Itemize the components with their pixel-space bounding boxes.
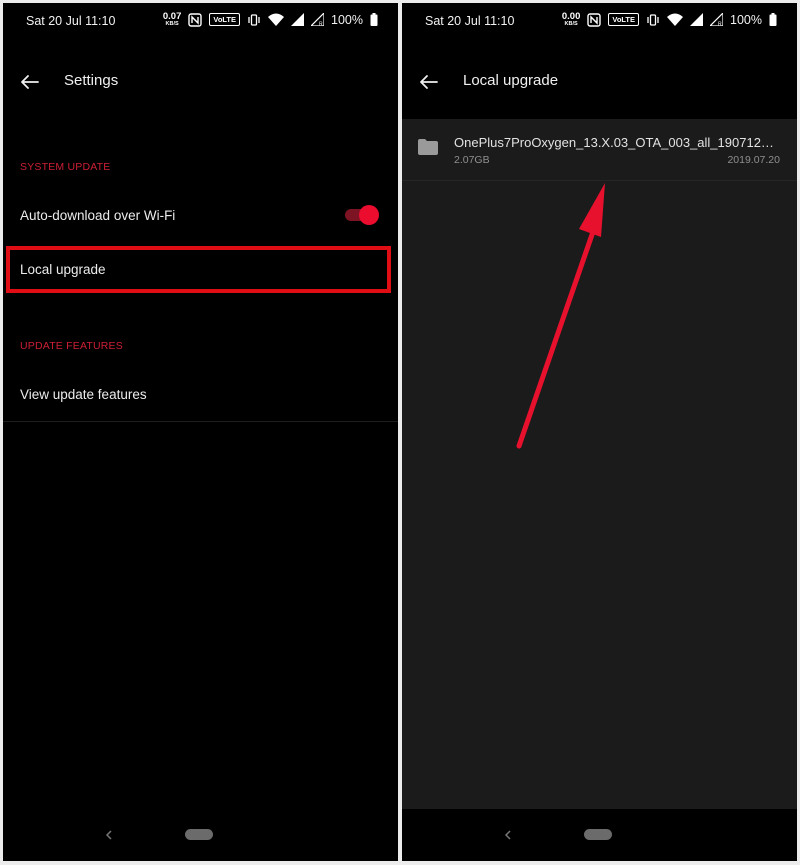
status-time: Sat 20 Jul 11:10	[425, 14, 515, 28]
volte-badge: VoLTE	[209, 13, 241, 26]
nav-home-pill[interactable]	[185, 829, 213, 840]
nav-home-pill[interactable]	[584, 829, 612, 840]
settings-screen: Sat 20 Jul 11:10 0.07 KB/S VoLTE R 100%	[3, 3, 398, 861]
back-arrow-icon[interactable]	[416, 69, 442, 95]
svg-text:R: R	[319, 22, 323, 27]
file-size: 2.07GB	[454, 154, 490, 166]
signal-icon	[690, 13, 704, 26]
svg-text:R: R	[718, 22, 722, 27]
toggle-thumb	[359, 205, 379, 225]
vibrate-icon	[247, 13, 261, 27]
net-speed-unit: KB/S	[165, 20, 179, 27]
navigation-bar	[402, 809, 797, 861]
vibrate-icon	[646, 13, 660, 27]
wifi-icon	[667, 13, 684, 26]
status-time: Sat 20 Jul 11:10	[26, 14, 116, 28]
roaming-signal-icon: R	[311, 13, 325, 27]
wifi-icon	[268, 13, 285, 26]
roaming-signal-icon: R	[710, 13, 724, 27]
file-list: OnePlus7ProOxygen_13.X.03_OTA_003_all_19…	[402, 119, 797, 809]
divider	[3, 421, 398, 422]
app-bar: Local upgrade	[402, 58, 797, 106]
status-bar: Sat 20 Jul 11:10 0.07 KB/S VoLTE R 100%	[3, 3, 398, 39]
back-arrow-icon[interactable]	[17, 69, 43, 95]
local-upgrade-screen: Sat 20 Jul 11:10 0.00 KB/S VoLTE R 100%	[402, 3, 797, 861]
app-bar: Settings	[3, 58, 398, 106]
page-title: Local upgrade	[463, 72, 559, 89]
status-icons: 0.07 KB/S VoLTE R 100%	[163, 12, 378, 27]
view-update-features-label: View update features	[20, 387, 147, 402]
page-title: Settings	[64, 72, 119, 89]
auto-download-toggle[interactable]	[345, 205, 379, 225]
signal-icon	[291, 13, 305, 26]
file-list-item[interactable]: OnePlus7ProOxygen_13.X.03_OTA_003_all_19…	[402, 119, 797, 181]
folder-icon	[418, 139, 438, 155]
highlight-box	[6, 246, 391, 293]
section-header-update-features: UPDATE FEATURES	[20, 340, 123, 352]
net-speed-indicator: 0.00 KB/S	[562, 12, 581, 27]
auto-download-label: Auto-download over Wi-Fi	[20, 208, 176, 223]
battery-percent: 100%	[331, 12, 363, 27]
section-header-system-update: SYSTEM UPDATE	[20, 161, 111, 173]
volte-badge: VoLTE	[608, 13, 640, 26]
nfc-icon	[587, 12, 602, 27]
battery-percent: 100%	[730, 12, 762, 27]
nav-back-icon[interactable]	[502, 828, 514, 842]
battery-icon	[769, 13, 777, 26]
status-icons: 0.00 KB/S VoLTE R 100%	[562, 12, 777, 27]
battery-icon	[370, 13, 378, 26]
navigation-bar	[3, 809, 398, 861]
net-speed-unit: KB/S	[564, 20, 578, 27]
nav-back-icon[interactable]	[103, 828, 115, 842]
nfc-icon	[188, 12, 203, 27]
file-name: OnePlus7ProOxygen_13.X.03_OTA_003_all_19…	[454, 135, 780, 150]
file-date: 2019.07.20	[727, 154, 780, 166]
status-bar: Sat 20 Jul 11:10 0.00 KB/S VoLTE R 100%	[402, 3, 797, 39]
net-speed-indicator: 0.07 KB/S	[163, 12, 182, 27]
